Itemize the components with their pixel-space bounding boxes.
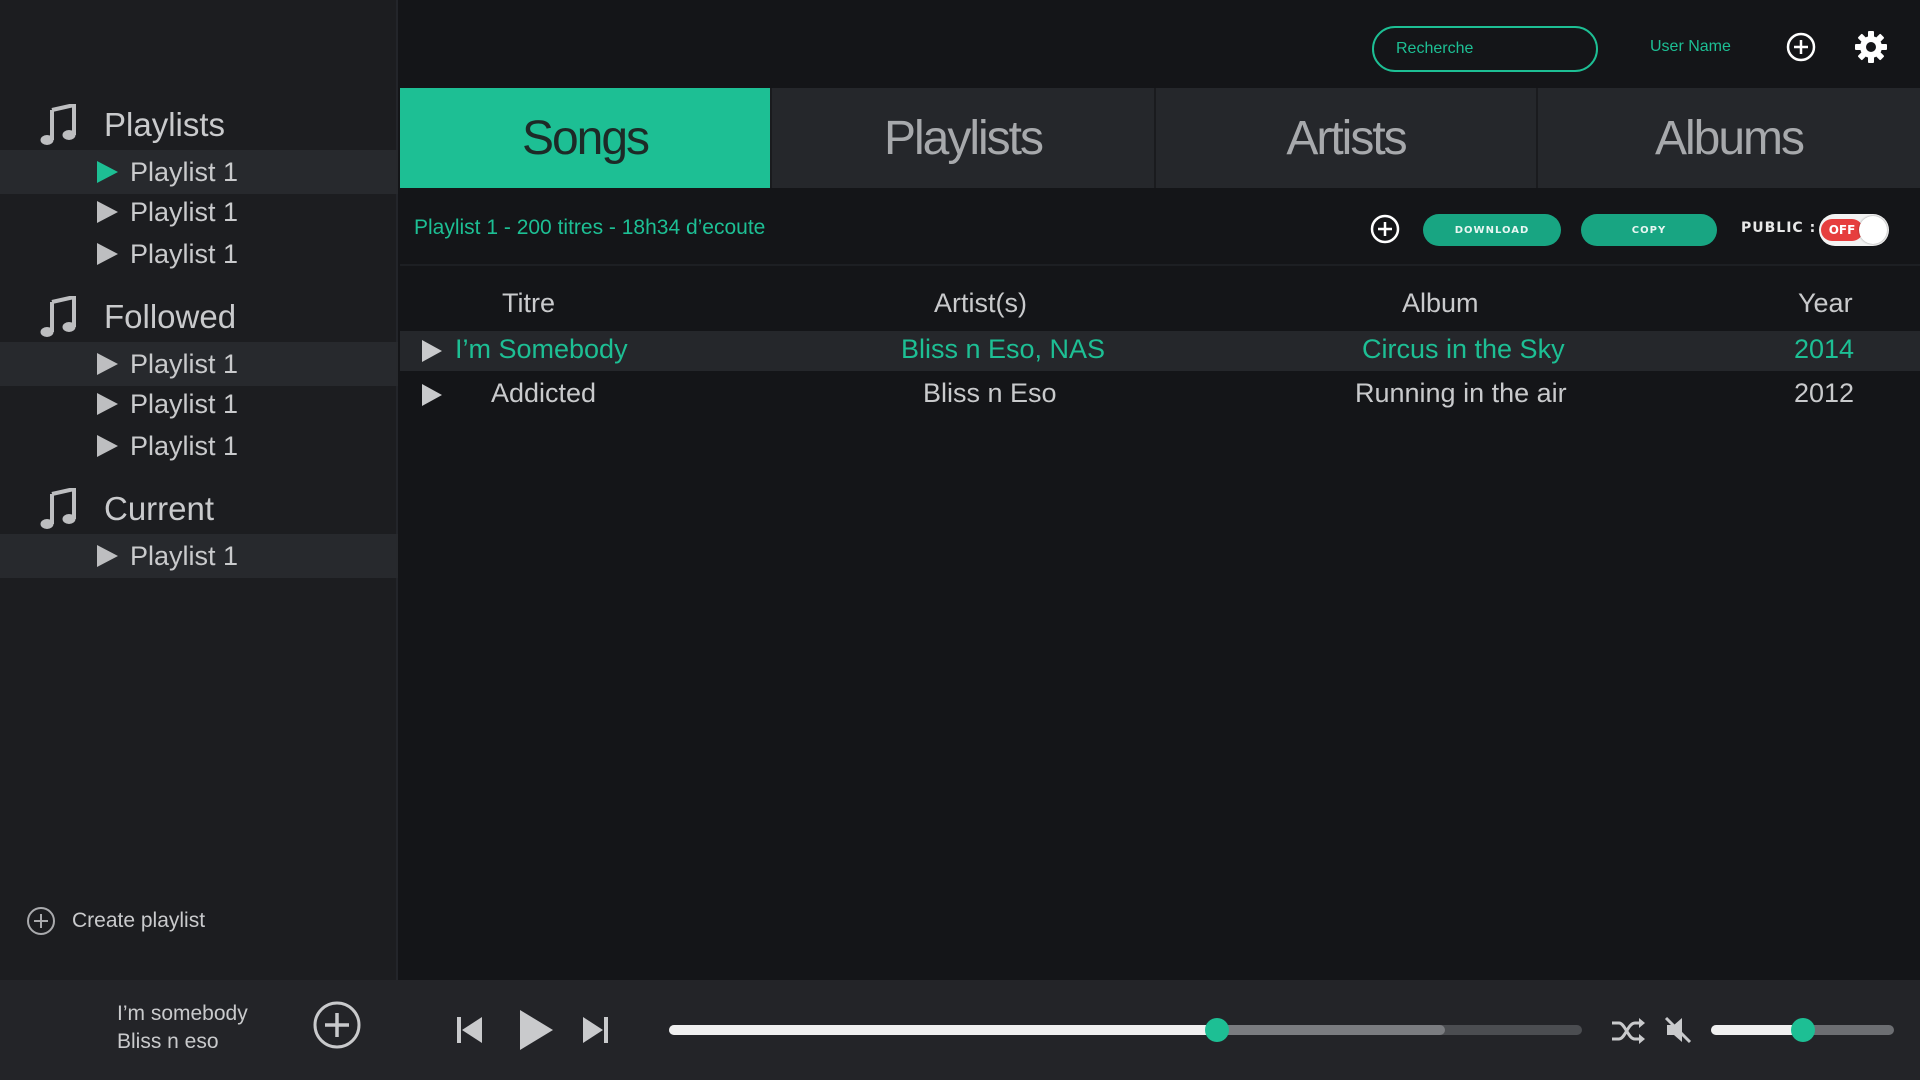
main-tabs: Songs Playlists Artists Albums <box>400 88 1920 188</box>
toggle-knob <box>1859 216 1887 244</box>
playlist-info-bar: Playlist 1 - 200 titres - 18h34 d’ecoute… <box>400 188 1920 266</box>
sidebar-section-playlists[interactable]: Playlists <box>40 97 225 153</box>
sidebar-item-label: Playlist 1 <box>130 196 239 227</box>
sidebar-item-label: Playlist 1 <box>130 430 239 461</box>
volume-handle[interactable] <box>1790 1018 1815 1042</box>
now-playing-track: I’m somebody <box>117 1002 248 1025</box>
progress-handle[interactable] <box>1204 1018 1229 1042</box>
sidebar-item-label: Playlist 1 <box>130 388 239 419</box>
song-artist: Bliss n Eso, NAS <box>901 334 1106 364</box>
playlist-summary: Playlist 1 - 200 titres - 18h34 d’ecoute <box>414 216 766 239</box>
column-header-year[interactable]: Year <box>1798 288 1853 319</box>
public-toggle[interactable]: OFF <box>1819 214 1889 246</box>
progress-slider[interactable] <box>669 1018 1582 1042</box>
song-title: Addicted <box>491 378 597 408</box>
play-icon <box>97 545 118 567</box>
play-icon <box>97 435 118 457</box>
music-note-icon <box>40 104 76 145</box>
song-title: I’m Somebody <box>455 334 628 364</box>
sidebar-section-title: Current <box>104 490 215 527</box>
progress-fill <box>669 1025 1217 1035</box>
tab-songs[interactable]: Songs <box>400 88 772 188</box>
sidebar-item-label: Playlist 1 <box>130 238 239 269</box>
song-year: 2014 <box>1794 334 1855 364</box>
sidebar-item-playlist[interactable]: Playlist 1 <box>0 150 398 194</box>
music-app: Playlists Playlist 1 Playlist 1 Playlist… <box>0 0 1920 1080</box>
play-icon <box>97 393 118 415</box>
song-year: 2012 <box>1794 378 1855 408</box>
play-icon <box>97 243 118 265</box>
public-label: PUBLIC : <box>1741 220 1817 236</box>
sidebar-item-playlist[interactable]: Playlist 1 <box>0 382 398 426</box>
tab-playlists[interactable]: Playlists <box>772 88 1156 188</box>
sidebar-item-label: Playlist 1 <box>130 540 239 571</box>
sidebar-item-playlist[interactable]: Playlist 1 <box>0 534 398 578</box>
toggle-state: OFF <box>1821 219 1863 241</box>
column-header-title[interactable]: Titre <box>502 288 555 319</box>
table-row[interactable]: Addicted Bliss n Eso Running in the air … <box>400 375 1920 415</box>
sidebar-item-playlist[interactable]: Playlist 1 <box>0 190 398 234</box>
column-header-artist[interactable]: Artist(s) <box>934 288 1027 319</box>
music-note-icon <box>40 296 76 337</box>
sidebar-section-current[interactable]: Current <box>40 481 214 537</box>
mute-icon[interactable] <box>1664 1015 1692 1045</box>
table-header: Titre Artist(s) Album Year <box>400 280 1920 326</box>
volume-fill <box>1711 1025 1803 1035</box>
play-icon <box>97 161 118 183</box>
create-playlist-label: Create playlist <box>72 909 206 932</box>
add-song-icon[interactable] <box>1370 214 1400 244</box>
now-playing-artist: Bliss n eso <box>117 1030 219 1053</box>
song-album: Circus in the Sky <box>1362 334 1565 364</box>
sidebar-item-playlist[interactable]: Playlist 1 <box>0 424 398 468</box>
player-bar: I’m somebody Bliss n eso <box>0 980 1920 1080</box>
now-playing: I’m somebody Bliss n eso <box>117 1000 248 1056</box>
create-playlist-button[interactable]: Create playlist <box>26 906 205 936</box>
download-button[interactable]: DOWNLOAD <box>1423 214 1561 246</box>
song-album: Running in the air <box>1355 378 1567 408</box>
sidebar-section-title: Followed <box>104 298 237 335</box>
user-name-link[interactable]: User Name <box>1650 38 1731 56</box>
gear-icon[interactable] <box>1854 30 1888 64</box>
column-header-album[interactable]: Album <box>1402 288 1479 319</box>
shuffle-icon[interactable] <box>1610 1016 1646 1046</box>
plus-circle-icon <box>27 907 55 935</box>
top-bar: User Name <box>400 0 1920 88</box>
play-icon[interactable] <box>422 384 442 406</box>
sidebar-item-label: Playlist 1 <box>130 156 239 187</box>
sidebar-item-label: Playlist 1 <box>130 348 239 379</box>
sidebar-item-playlist[interactable]: Playlist 1 <box>0 342 398 386</box>
volume-slider[interactable] <box>1711 1018 1894 1042</box>
plus-circle-icon[interactable] <box>1786 32 1816 62</box>
table-row[interactable]: I’m Somebody Bliss n Eso, NAS Circus in … <box>400 331 1920 371</box>
sidebar-section-title: Playlists <box>104 106 226 143</box>
previous-track-icon[interactable] <box>456 1015 484 1045</box>
sidebar-item-playlist[interactable]: Playlist 1 <box>0 232 398 276</box>
copy-button[interactable]: COPY <box>1581 214 1717 246</box>
sidebar: Playlists Playlist 1 Playlist 1 Playlist… <box>0 0 398 980</box>
play-icon[interactable] <box>518 1009 554 1051</box>
tab-artists[interactable]: Artists <box>1156 88 1538 188</box>
song-artist: Bliss n Eso <box>923 378 1057 408</box>
next-track-icon[interactable] <box>581 1015 609 1045</box>
tab-albums[interactable]: Albums <box>1538 88 1920 188</box>
add-to-playlist-icon[interactable] <box>312 1000 362 1050</box>
play-icon <box>97 201 118 223</box>
play-icon[interactable] <box>422 340 442 362</box>
sidebar-section-followed[interactable]: Followed <box>40 289 236 345</box>
music-note-icon <box>40 488 76 529</box>
play-icon <box>97 353 118 375</box>
search-input[interactable] <box>1372 26 1598 72</box>
